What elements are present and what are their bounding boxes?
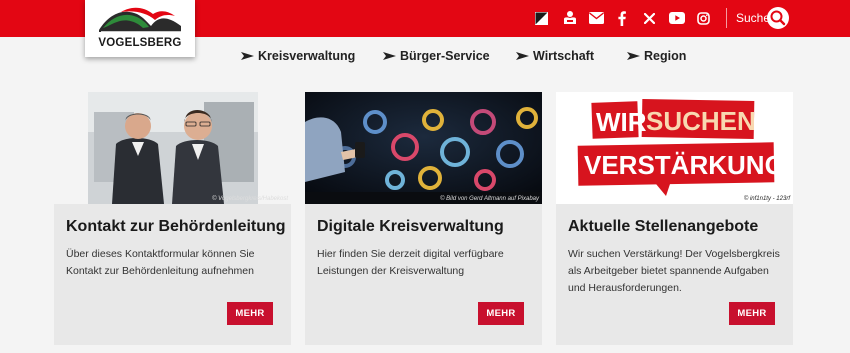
search-label[interactable]: Suche <box>736 11 770 25</box>
arrow-right-icon <box>383 52 396 60</box>
card-text: Hier finden Sie derzeit digital verfügba… <box>317 248 504 277</box>
card-title[interactable]: Digitale Kreisverwaltung <box>317 218 504 236</box>
card-image-recruiting: WIR SUCHEN VERSTÄRKUNG © inf1n1ty - 123r… <box>556 92 793 204</box>
image-credit: © inf1n1ty - 123rf <box>743 196 790 202</box>
instagram-icon[interactable] <box>696 9 710 27</box>
logo-text: VOGELSBERG <box>98 37 182 49</box>
card-image-people: © Vogelsbergkreis/Habekost <box>54 92 291 204</box>
card-stellenangebote[interactable]: WIR SUCHEN VERSTÄRKUNG © inf1n1ty - 123r… <box>556 92 793 345</box>
arrow-right-icon <box>241 52 254 60</box>
nav-item-wirtschaft[interactable]: Wirtschaft <box>516 48 594 64</box>
nav-label: Kreisverwaltung <box>258 49 356 63</box>
more-button[interactable]: MEHR <box>478 302 524 325</box>
sign-language-icon[interactable] <box>561 9 579 27</box>
card-text: Wir suchen Verstärkung! Der Vogelsbergkr… <box>568 248 780 294</box>
nav-label: Region <box>644 49 687 63</box>
card-behoerdenleitung[interactable]: © Vogelsbergkreis/Habekost Kontakt zur B… <box>54 92 291 345</box>
card-text: Über dieses Kontaktformular können Sie K… <box>66 248 255 277</box>
image-credit: © Bild von Gerd Altmann auf Pixabay <box>440 196 539 202</box>
search-icon <box>770 10 786 26</box>
logo-hills-icon <box>99 7 181 33</box>
image-credit: © Vogelsbergkreis/Habekost <box>212 196 288 202</box>
x-icon[interactable] <box>643 9 655 27</box>
nav-label: Wirtschaft <box>533 49 595 63</box>
card-image-gears: © Bild von Gerd Altmann auf Pixabay <box>305 92 542 204</box>
svg-text:WIR: WIR <box>596 107 647 137</box>
more-button[interactable]: MEHR <box>227 302 273 325</box>
header-divider <box>726 8 727 28</box>
arrow-right-icon <box>627 52 640 60</box>
nav-item-kreisverwaltung[interactable]: Kreisverwaltung <box>241 48 355 64</box>
mail-icon[interactable] <box>588 9 604 27</box>
youtube-icon[interactable] <box>668 9 685 27</box>
card-digitale-kreisverwaltung[interactable]: © Bild von Gerd Altmann auf Pixabay Digi… <box>305 92 542 345</box>
contrast-icon[interactable] <box>534 9 548 27</box>
logo[interactable]: VOGELSBERG <box>85 0 195 57</box>
search-button[interactable] <box>767 7 789 29</box>
more-button[interactable]: MEHR <box>729 302 775 325</box>
svg-text:SUCHEN: SUCHEN <box>646 106 756 136</box>
nav-item-region[interactable]: Region <box>627 48 686 64</box>
arrow-right-icon <box>516 52 529 60</box>
nav-label: Bürger-Service <box>400 49 490 63</box>
nav-item-buerger-service[interactable]: Bürger-Service <box>383 48 490 64</box>
card-title[interactable]: Kontakt zur Behördenleitung <box>66 218 286 236</box>
svg-text:VERSTÄRKUNG: VERSTÄRKUNG <box>584 150 785 180</box>
card-title[interactable]: Aktuelle Stellenangebote <box>568 218 758 236</box>
facebook-icon[interactable] <box>617 9 627 27</box>
